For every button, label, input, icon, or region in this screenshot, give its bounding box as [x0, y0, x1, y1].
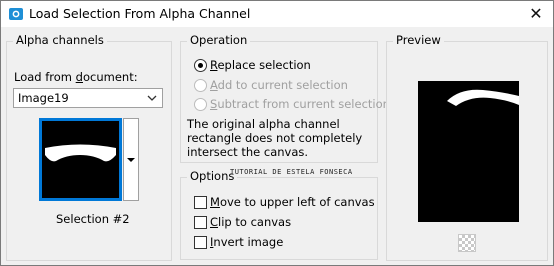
invert-image-checkbox[interactable] [194, 236, 207, 249]
move-to-upper-left-label[interactable]: Move to upper left of canvas [210, 195, 375, 209]
title-bar: Load Selection From Alpha Channel ✕ [1, 1, 553, 27]
selection-dropdown-button[interactable] [123, 118, 139, 201]
preview-selection-shape [447, 89, 519, 106]
document-select[interactable]: Image19 [13, 88, 163, 108]
invert-image-label[interactable]: Invert image [210, 235, 283, 249]
alpha-note-line-1: The original alpha channel [187, 117, 340, 131]
close-icon: ✕ [529, 4, 543, 23]
preview-title: Preview [393, 33, 444, 47]
dialog-window: Load Selection From Alpha Channel ✕ Alph… [0, 0, 554, 266]
watermark-text: TUTORIAL DE ESTELA FONSECA [230, 168, 353, 176]
clip-to-canvas-label[interactable]: Clip to canvas [210, 215, 291, 229]
move-to-upper-left-checkbox[interactable] [194, 196, 207, 209]
add-to-selection-label[interactable]: Add to current selection [210, 78, 348, 92]
add-to-selection-radio[interactable] [194, 79, 207, 92]
load-from-document-label: Load from document: [14, 70, 138, 84]
subtract-from-selection-label[interactable]: Subtract from current selection [210, 97, 390, 111]
alpha-note-line-2: rectangle does not completely [187, 131, 363, 145]
close-button[interactable]: ✕ [525, 3, 547, 25]
chevron-down-icon [147, 95, 157, 101]
camera-icon [9, 8, 23, 20]
subtract-from-selection-radio[interactable] [194, 98, 207, 111]
alpha-channels-title: Alpha channels [13, 33, 107, 47]
radio-selected-dot [198, 63, 203, 68]
checkerboard-icon[interactable] [458, 234, 476, 252]
dropdown-arrow-icon [127, 158, 135, 162]
preview-canvas [418, 81, 519, 222]
window-title: Load Selection From Alpha Channel [29, 6, 251, 21]
alpha-note-line-3: intersect the canvas. [187, 145, 309, 159]
replace-selection-label[interactable]: Replace selection [210, 58, 311, 72]
selection-label: Selection #2 [56, 212, 130, 226]
document-select-value: Image19 [18, 91, 69, 105]
selection-shape [45, 144, 116, 162]
selection-thumbnail[interactable] [39, 118, 122, 201]
clip-to-canvas-checkbox[interactable] [194, 216, 207, 229]
operation-title: Operation [187, 33, 251, 47]
replace-selection-radio[interactable] [194, 59, 207, 72]
